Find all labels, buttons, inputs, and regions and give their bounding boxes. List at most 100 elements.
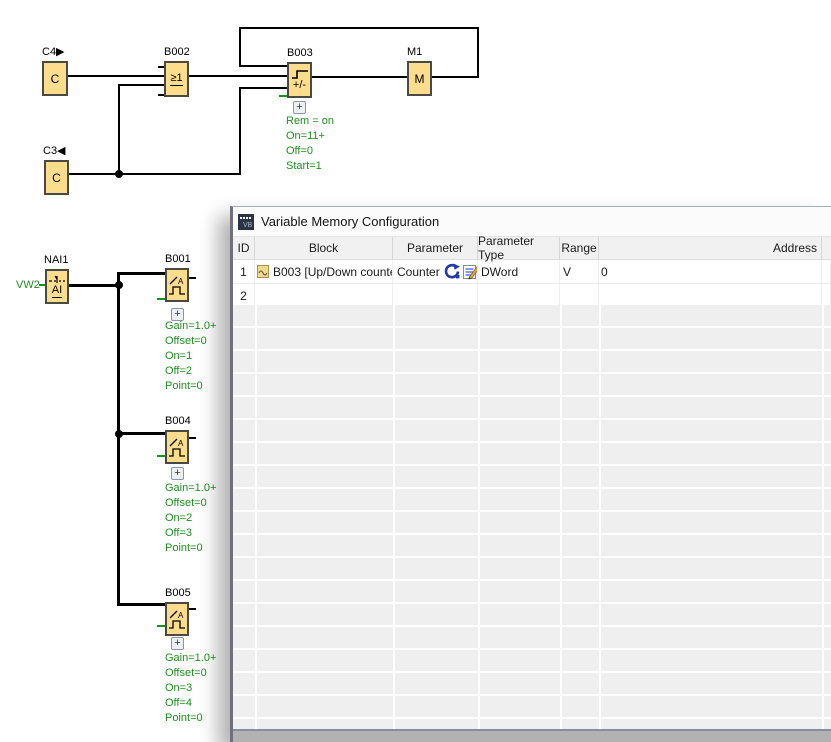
column-header-range[interactable]: Range [560, 237, 599, 259]
cell-id[interactable]: 2 [233, 284, 255, 307]
column-header-parameter-type[interactable]: Parameter Type [478, 237, 560, 259]
or-gate-glyph: ≥1 [170, 73, 182, 86]
expand-params-button-b005[interactable]: + [171, 637, 184, 650]
wire-feedback-into-b003 [239, 65, 287, 67]
expand-params-button-b004[interactable]: + [171, 467, 184, 480]
cell-parameter-type[interactable] [478, 284, 560, 307]
analog-slope-icon: A [169, 276, 185, 285]
label-b004: B004 [165, 416, 191, 427]
param-line: Start=1 [286, 159, 334, 174]
block-b002-or[interactable]: ≥1 [164, 61, 189, 97]
column-grid-line [393, 305, 395, 729]
wire-into-b005 [118, 603, 165, 606]
wire-c4-to-b002 [68, 75, 164, 77]
column-grid-line [599, 305, 601, 729]
cell-spacer [822, 260, 831, 283]
block-b003-updown-counter[interactable]: +/- [287, 62, 312, 98]
stub-b005-par [157, 625, 165, 627]
wire-b002-to-b003 [189, 75, 287, 77]
block-nai1-network-analog-input[interactable]: AI [45, 269, 69, 304]
param-line: On=1 [165, 349, 216, 364]
wire-c3-out [69, 173, 240, 175]
junction-dot [115, 170, 123, 178]
stub-b001-par [157, 298, 165, 300]
updown-glyph: +/- [293, 80, 306, 91]
column-grid-line [560, 305, 562, 729]
param-line: Offset=0 [165, 334, 216, 349]
cell-parameter[interactable] [393, 284, 478, 307]
column-grid-line [478, 305, 480, 729]
label-b005: B005 [165, 588, 191, 599]
wire-nai1-out [69, 284, 118, 287]
svg-text:A: A [178, 611, 184, 619]
edit-parameter-icon[interactable] [463, 264, 478, 280]
svg-text:A: A [178, 439, 184, 447]
column-header-id[interactable]: ID [233, 237, 255, 259]
block-thumbnail-icon [257, 265, 269, 278]
cell-parameter[interactable]: Counter [393, 260, 478, 283]
param-line: Gain=1.0+ [165, 651, 216, 666]
stub-b005-out [189, 608, 196, 610]
label-b003: B003 [287, 48, 313, 59]
block-m1-flag[interactable]: M [407, 61, 432, 96]
column-header-block[interactable]: Block [255, 237, 393, 259]
cell-address[interactable]: 0 [599, 260, 822, 283]
label-m1: M1 [407, 47, 422, 58]
wire-into-b001 [118, 272, 165, 275]
label-b001: B001 [165, 254, 191, 265]
cell-parameter-type[interactable]: DWord [478, 260, 560, 283]
block-b004-analog-threshold[interactable]: A [165, 430, 189, 464]
block-b001-analog-threshold[interactable]: A [165, 268, 189, 302]
cell-range[interactable]: V [560, 260, 599, 283]
counter-step-icon [291, 69, 309, 79]
wire-b003-to-m1 [312, 76, 407, 78]
block-b005-analog-threshold[interactable]: A [165, 602, 189, 636]
logo-app-icon: VB [238, 214, 254, 230]
table-row[interactable]: 1 B003 [Up/Down counter] Counter [233, 260, 831, 284]
cell-range[interactable] [560, 284, 599, 307]
cyclic-refresh-icon[interactable] [443, 263, 461, 280]
b003-parameter-text: Rem = on On=11+ Off=0 Start=1 [286, 114, 334, 174]
stub-b004-par [157, 455, 165, 457]
b001-parameter-text: Gain=1.0+ Offset=0 On=1 Off=2 Point=0 [165, 319, 216, 394]
param-line: On=11+ [286, 129, 334, 144]
cell-block[interactable]: B003 [Up/Down counter] [255, 260, 393, 283]
wire-feedback-riser [477, 27, 479, 78]
wire-c3-riser-b003 [239, 87, 241, 175]
cell-block-text: B003 [Up/Down counter] [273, 265, 393, 279]
param-line: Offset=0 [165, 666, 216, 681]
block-c3-counter[interactable]: C [44, 160, 69, 195]
pulse-icon [168, 286, 186, 295]
cell-block[interactable] [255, 284, 393, 307]
stub-b004-out [189, 437, 196, 439]
svg-text:VB: VB [243, 222, 253, 229]
pulse-icon [168, 620, 186, 629]
wire-into-b003 [239, 87, 287, 89]
cell-id[interactable]: 1 [233, 260, 255, 283]
param-line: Offset=0 [165, 496, 216, 511]
dialog-bottom-border [233, 729, 831, 742]
column-header-parameter[interactable]: Parameter [393, 237, 478, 259]
dialog-title: Variable Memory Configuration [261, 214, 439, 229]
wire-feedback-top [239, 27, 479, 29]
nai1-address: VW2 [16, 280, 40, 291]
param-line: On=3 [165, 681, 216, 696]
param-line: Off=3 [165, 526, 216, 541]
table-header: ID Block Parameter Parameter Type Range … [233, 237, 831, 260]
cell-address[interactable] [599, 284, 822, 307]
cell-parameter-text: Counter [397, 265, 440, 279]
column-header-address[interactable]: Address [599, 237, 822, 259]
param-line: On=2 [165, 511, 216, 526]
dialog-title-bar[interactable]: VB Variable Memory Configuration [233, 207, 831, 237]
param-line: Gain=1.0+ [165, 319, 216, 334]
variable-memory-configuration-dialog: VB Variable Memory Configuration ID Bloc… [230, 206, 831, 742]
label-nai1: NAI1 [44, 255, 68, 266]
expand-params-button-b003[interactable]: + [293, 101, 306, 114]
block-c4-counter[interactable]: C [42, 61, 68, 96]
empty-table-rows [233, 305, 831, 729]
param-line: Point=0 [165, 541, 216, 556]
junction-dot [115, 430, 123, 438]
label-c4: C4▶ [42, 47, 65, 58]
wire-into-b004 [118, 432, 165, 435]
pulse-icon [168, 448, 186, 457]
